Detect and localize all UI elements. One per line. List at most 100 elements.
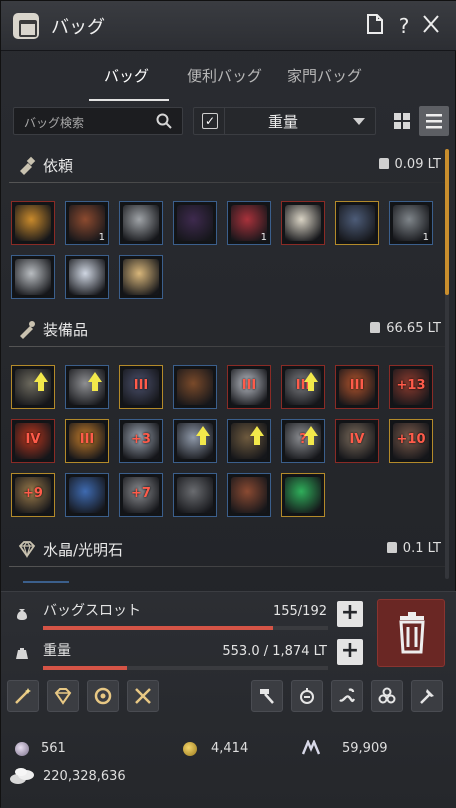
item-slot[interactable] <box>281 201 325 245</box>
snake-button[interactable] <box>331 680 363 712</box>
item-slot[interactable] <box>65 473 109 517</box>
section-header-quest[interactable]: 依頼 0.09 LT <box>9 147 445 183</box>
scrollbar-thumb[interactable] <box>445 149 449 295</box>
item-slot[interactable] <box>173 365 217 409</box>
item-slot[interactable]: 1 <box>65 201 109 245</box>
item-slot[interactable] <box>335 201 379 245</box>
item-slot[interactable]: +10 <box>389 419 433 463</box>
gem-button[interactable] <box>47 680 79 712</box>
hammer-button[interactable] <box>251 680 283 712</box>
partial-item-slot[interactable] <box>23 581 69 583</box>
golden-key-item <box>15 205 51 241</box>
upgrade-arrow-icon <box>196 426 210 445</box>
axe-icon <box>420 689 434 704</box>
section-header-equipment[interactable]: 装備品 66.65 LT <box>9 311 445 347</box>
grid-view-button[interactable] <box>391 107 413 135</box>
tab-family-bag[interactable]: 家門バッグ <box>287 65 362 86</box>
add-weight-button[interactable]: + <box>337 639 363 665</box>
item-slot[interactable]: IV <box>11 419 55 463</box>
item-slot[interactable] <box>11 365 55 409</box>
list-view-button[interactable] <box>419 106 449 136</box>
upgrade-arrow-icon <box>250 426 264 445</box>
axe-button[interactable] <box>411 680 443 712</box>
enhancement-level: +9 <box>23 486 43 501</box>
section-title: 装備品 <box>43 321 89 339</box>
item-slot[interactable]: III <box>281 365 325 409</box>
section-weight-value: 0.1 LT <box>402 541 441 556</box>
item-slot[interactable]: III <box>335 365 379 409</box>
section-weight-value: 0.09 LT <box>394 157 441 172</box>
horn-item <box>69 477 105 513</box>
item-slot[interactable] <box>119 255 163 299</box>
swap-circle-button[interactable] <box>87 680 119 712</box>
mileage-icon <box>301 740 321 755</box>
close-icon[interactable] <box>419 13 443 39</box>
sort-filter-dropdown[interactable]: ✓ 重量 <box>193 107 376 135</box>
item-slot[interactable]: +9 <box>11 473 55 517</box>
section-header-crystal[interactable]: 水晶/光明石 0.1 LT <box>9 531 445 567</box>
snake-icon <box>339 688 356 703</box>
document-icon[interactable] <box>363 13 387 39</box>
item-slot[interactable] <box>173 473 217 517</box>
book-item <box>231 477 267 513</box>
item-slot[interactable]: +7 <box>119 473 163 517</box>
item-slot[interactable]: III <box>119 365 163 409</box>
emerald-item <box>285 477 321 513</box>
item-slot[interactable] <box>173 201 217 245</box>
tab-bag[interactable]: バッグ <box>104 65 149 86</box>
crossed-tools-button[interactable] <box>127 680 159 712</box>
item-count: 1 <box>260 232 267 243</box>
magic-wand-button[interactable] <box>7 680 39 712</box>
item-slot[interactable]: 1 <box>227 201 271 245</box>
search-input[interactable]: バッグ検索 <box>13 107 183 135</box>
item-slot[interactable] <box>65 365 109 409</box>
weight-icon <box>386 542 397 553</box>
filter-checkbox[interactable]: ✓ <box>202 113 218 129</box>
item-slot[interactable] <box>119 201 163 245</box>
section-divider <box>9 182 445 183</box>
item-slot[interactable] <box>11 201 55 245</box>
coin-count: 4,414 <box>211 741 249 756</box>
section-weight-value: 66.65 LT <box>386 321 441 336</box>
item-slot[interactable]: IV <box>335 419 379 463</box>
delete-button[interactable] <box>377 599 445 667</box>
item-slot[interactable]: III <box>65 419 109 463</box>
equipment-icon <box>20 321 35 339</box>
title-bar[interactable]: バッグ ? <box>1 1 456 51</box>
item-slot[interactable]: III <box>227 365 271 409</box>
item-slot[interactable] <box>11 255 55 299</box>
mileage-count: 59,909 <box>342 741 388 756</box>
crystal-orb-item <box>339 205 375 241</box>
enhancement-level: +13 <box>396 378 426 393</box>
add-slot-button[interactable]: + <box>337 601 363 627</box>
slot-bar-fill <box>43 626 273 630</box>
enhancement-level: III <box>241 378 257 393</box>
weight-stat: 重量 553.0 / 1,874 LT <box>15 636 331 676</box>
scrollbar[interactable] <box>445 149 449 579</box>
filter-divider <box>224 108 225 134</box>
enhancement-level: +3 <box>131 432 151 447</box>
blade-item <box>177 477 213 513</box>
lantern-button[interactable] <box>291 680 323 712</box>
item-slot[interactable] <box>173 419 217 463</box>
item-slot[interactable] <box>65 255 109 299</box>
tab-convenience-bag[interactable]: 便利バッグ <box>187 65 262 86</box>
item-slot[interactable] <box>227 419 271 463</box>
triskelion-button[interactable] <box>371 680 403 712</box>
enhancement-level: IV <box>25 432 41 447</box>
weight-bar <box>43 666 328 670</box>
search-icon[interactable] <box>156 113 172 129</box>
enhancement-level: +10 <box>396 432 426 447</box>
grid-icon <box>394 113 410 129</box>
help-icon[interactable]: ? <box>392 13 416 39</box>
triskelion-icon <box>378 687 396 704</box>
item-slot[interactable]: ? <box>281 419 325 463</box>
crystal-icon <box>18 541 36 559</box>
item-slot[interactable]: 1 <box>389 201 433 245</box>
item-slot[interactable]: +13 <box>389 365 433 409</box>
paper-note-item <box>285 205 321 241</box>
item-slot[interactable] <box>227 473 271 517</box>
quest-scroll-icon <box>20 156 36 175</box>
item-slot[interactable] <box>281 473 325 517</box>
item-slot[interactable]: +3 <box>119 419 163 463</box>
